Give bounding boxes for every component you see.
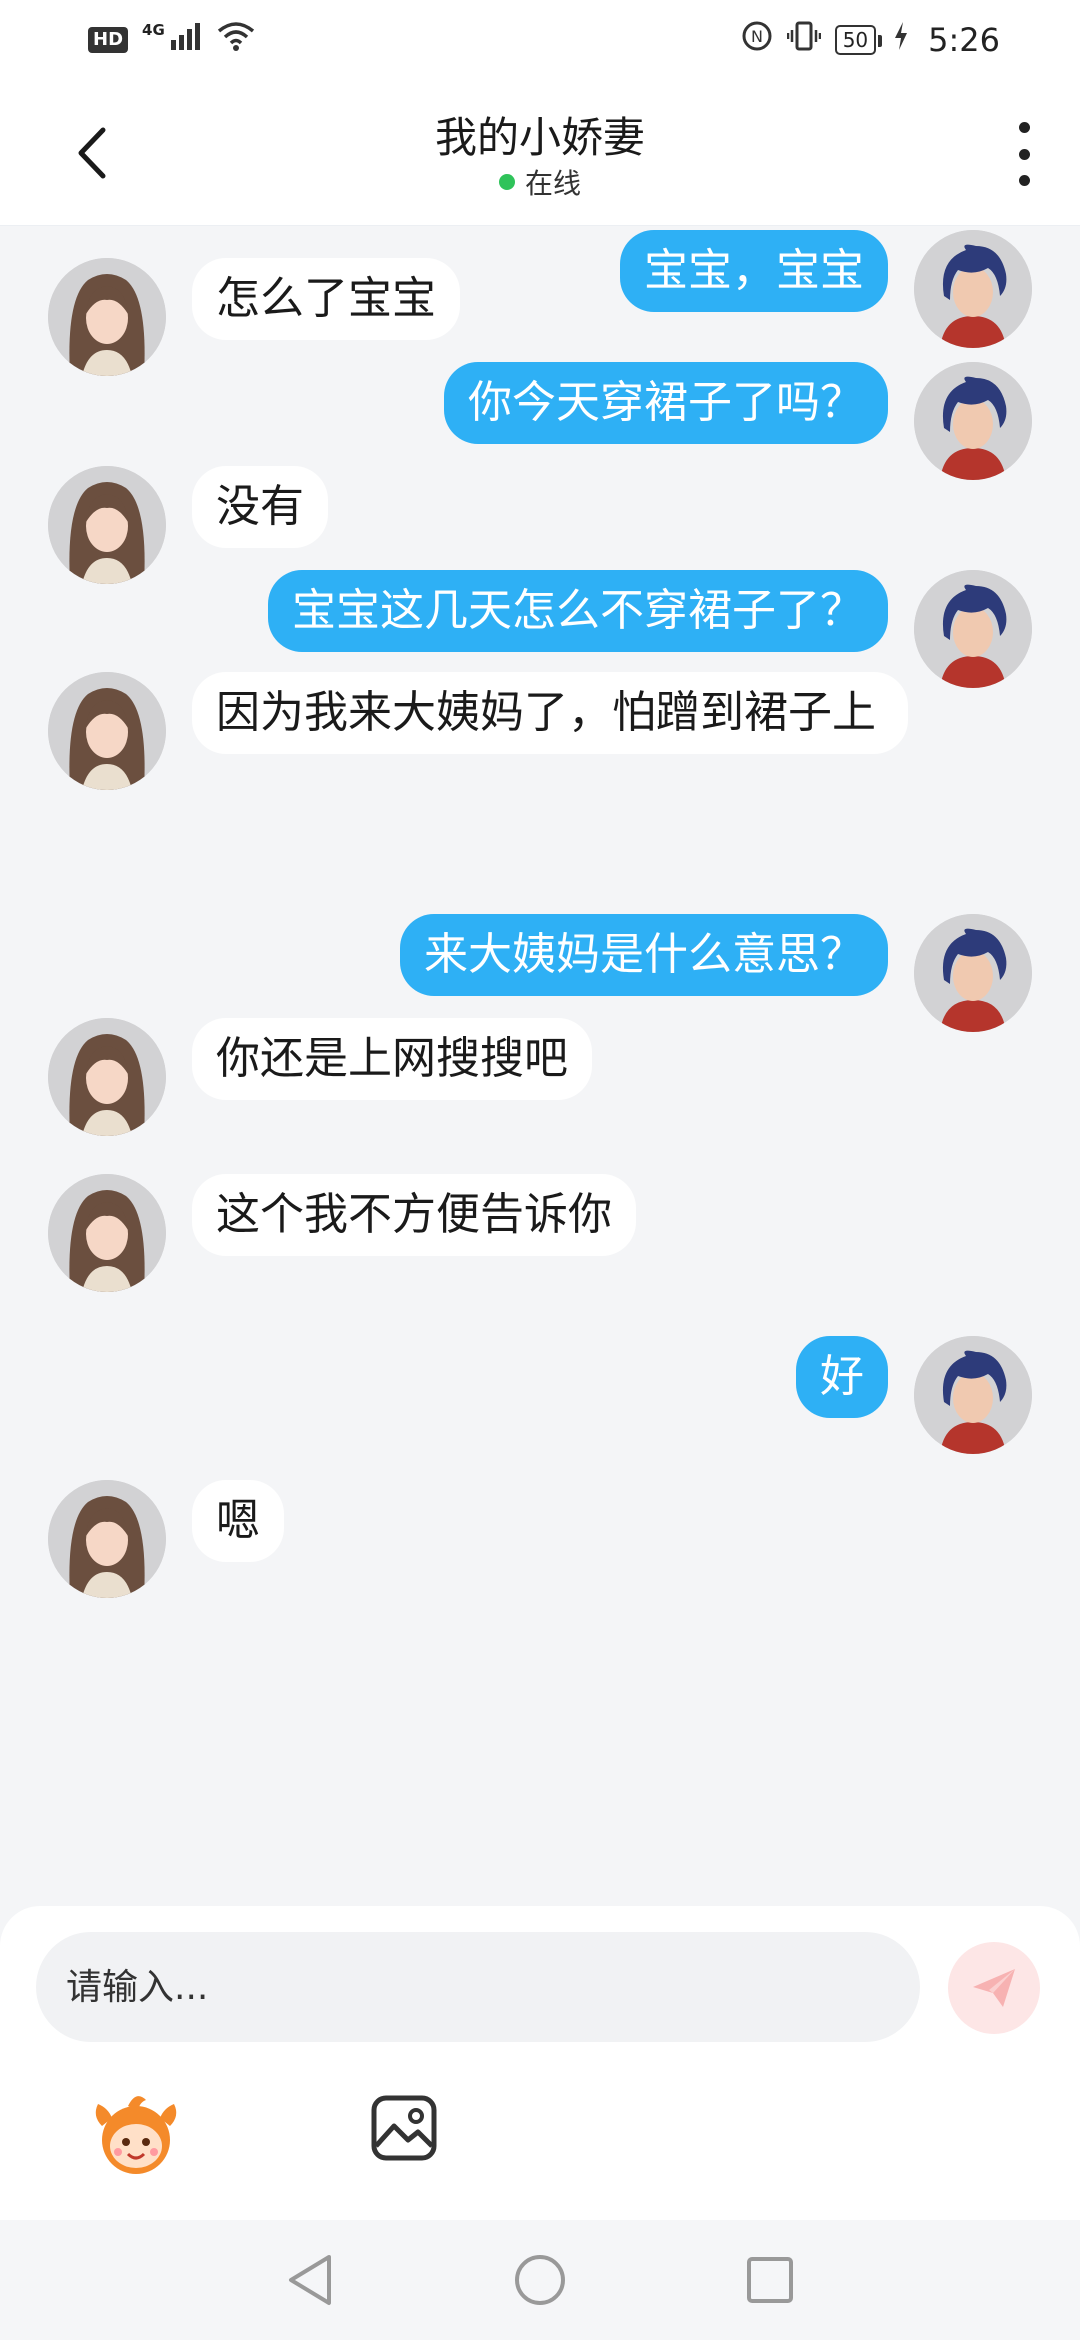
emoji-button[interactable] [88,2086,184,2182]
male-avatar[interactable] [914,230,1032,348]
paper-plane-icon [973,1969,1015,2007]
message-bubble[interactable]: 怎么了宝宝 [192,258,460,340]
message-bubble[interactable]: 来大姨妈是什么意思？ [400,914,888,996]
online-status: 在线 [0,162,1080,202]
nav-recent-button[interactable] [738,2248,802,2312]
chat-header: 我的小娇妻 在线 [0,80,1080,226]
status-left: HD 4G [88,21,255,59]
network-type: 4G [142,21,165,39]
female-avatar[interactable] [48,1480,166,1598]
square-recent-icon [747,2257,793,2303]
message-bubble[interactable]: 好 [796,1336,888,1418]
online-label: 在线 [524,167,581,200]
nfc-icon: N [741,20,773,60]
male-avatar[interactable] [914,914,1032,1032]
status-right: N 50 5:26 [741,20,1000,60]
svg-text:N: N [751,27,763,46]
more-vertical-icon-dot [1018,175,1030,186]
message-bubble[interactable]: 你还是上网搜搜吧 [192,1018,592,1100]
battery-level: 50 [834,25,883,55]
nav-home-button[interactable] [508,2248,572,2312]
system-nav-bar [0,2220,1080,2340]
clock: 5:26 [928,21,1000,59]
triangle-back-icon [289,2255,331,2305]
message-list[interactable]: 宝宝，宝宝 怎么了宝宝 你今天穿裙子了吗？ 没有 宝宝这几天怎么不穿裙子了？ 因… [0,226,1080,1906]
female-avatar[interactable] [48,1174,166,1292]
message-bubble[interactable]: 宝宝这几天怎么不穿裙子了？ [268,570,888,652]
circle-home-icon [515,2255,565,2305]
male-avatar[interactable] [914,1336,1032,1454]
message-bubble[interactable]: 宝宝，宝宝 [620,230,888,312]
hd-badge: HD [88,27,129,53]
signal-icon [169,22,203,58]
message-bubble[interactable]: 嗯 [192,1480,284,1562]
more-vertical-icon-dot [1018,122,1030,133]
online-dot [498,174,515,190]
male-avatar[interactable] [914,362,1032,480]
more-options-button[interactable] [1004,122,1044,186]
wifi-icon [217,21,255,59]
message-input[interactable] [36,1932,920,2042]
female-avatar[interactable] [48,258,166,376]
charging-icon [894,22,908,58]
message-bubble[interactable]: 这个我不方便告诉你 [192,1174,636,1256]
image-button[interactable] [368,2092,440,2164]
send-button[interactable] [948,1942,1040,2034]
male-avatar[interactable] [914,570,1032,688]
female-avatar[interactable] [48,466,166,584]
contact-name: 我的小娇妻 [434,113,645,162]
status-bar: HD 4G N 50 5:26 [0,0,1080,80]
message-bubble[interactable]: 你今天穿裙子了吗？ [444,362,888,444]
image-icon [371,2095,437,2161]
female-avatar[interactable] [48,1018,166,1136]
more-vertical-icon-dot [1018,148,1030,160]
mascot-emoji-icon [95,2096,177,2174]
nav-back-button[interactable] [278,2248,342,2312]
vibrate-icon [786,20,821,60]
chat-screen: HD 4G N 50 5:26 我的小娇妻 在线 宝宝，宝宝 怎么了宝宝 你今天… [0,0,1080,2340]
message-bubble[interactable]: 因为我来大姨妈了，怕蹭到裙子上 [192,672,908,754]
composer-panel [0,1906,1080,2220]
female-avatar[interactable] [48,672,166,790]
message-bubble[interactable]: 没有 [192,466,328,548]
